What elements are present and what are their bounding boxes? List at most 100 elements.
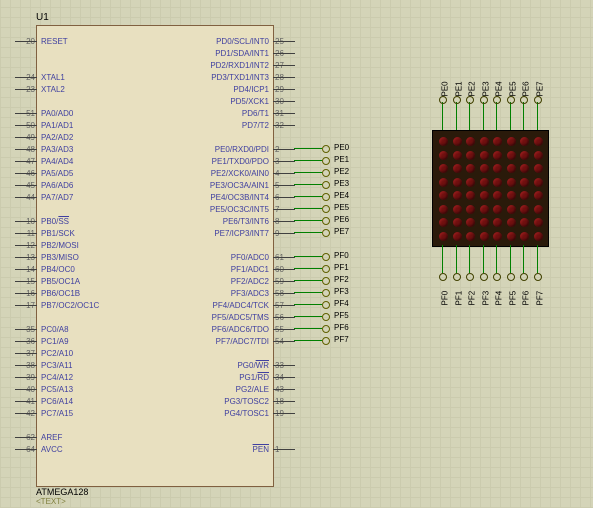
pin-label: PD1/SDA/INT1 — [215, 48, 269, 60]
pin-number: 12 — [21, 240, 35, 252]
pin-label: PG3/TOSC2 — [224, 396, 269, 408]
pin-wire — [15, 89, 37, 90]
led-dot — [480, 164, 489, 173]
net-label: PE0 — [334, 143, 349, 152]
pin-number: 51 — [21, 108, 35, 120]
pin-wire — [273, 377, 295, 378]
matrix-pin-label-bottom: PF3 — [481, 291, 490, 306]
led-dot — [534, 205, 543, 214]
pin-number: 38 — [21, 360, 35, 372]
pin-row-right: PG1/RD34 — [37, 372, 273, 384]
pin-wire — [15, 197, 37, 198]
led-dot — [453, 191, 462, 200]
pin-number: 36 — [21, 336, 35, 348]
matrix-pin-label-bottom: PF7 — [535, 291, 544, 306]
led-dot — [453, 232, 462, 241]
pin-wire — [273, 341, 295, 342]
led-matrix — [432, 130, 549, 247]
net-wire — [294, 268, 322, 269]
terminal — [322, 157, 330, 165]
led-dot — [520, 232, 529, 241]
net-wire — [294, 160, 322, 161]
pin-wire — [15, 329, 37, 330]
led-dot — [453, 205, 462, 214]
pin-number: 35 — [21, 324, 35, 336]
net-wire — [294, 328, 322, 329]
pin-number: 24 — [21, 72, 35, 84]
pin-row-right: PG4/TOSC119 — [37, 408, 273, 420]
pin-number: 2 — [275, 144, 289, 156]
matrix-pin-wire — [456, 102, 457, 130]
chip-name: ATMEGA128 — [36, 487, 88, 497]
led-dot — [507, 191, 516, 200]
terminal — [322, 265, 330, 273]
pin-wire — [273, 41, 295, 42]
net-wire — [294, 256, 322, 257]
matrix-pin-wire — [483, 245, 484, 273]
pin-row-right: PF7/ADC7/TDI54 — [37, 336, 273, 348]
pin-number: 9 — [275, 228, 289, 240]
matrix-pin-wire — [523, 102, 524, 130]
matrix-terminal — [507, 273, 515, 281]
pin-number: 10 — [21, 216, 35, 228]
pin-number: 6 — [275, 192, 289, 204]
pin-number: 43 — [275, 384, 289, 396]
chip-ref: U1 — [36, 12, 49, 23]
pin-wire — [15, 293, 37, 294]
pin-wire — [273, 305, 295, 306]
pin-wire — [15, 341, 37, 342]
terminal — [322, 229, 330, 237]
net-wire — [294, 196, 322, 197]
led-dot — [480, 151, 489, 160]
pin-wire — [15, 269, 37, 270]
terminal — [322, 337, 330, 345]
pin-row-right: PF5/ADC5/TMS56 — [37, 312, 273, 324]
pin-label: PB2/MOSI — [41, 240, 79, 252]
pin-row-left: AREF62 — [37, 432, 273, 444]
pin-wire — [15, 161, 37, 162]
led-dot — [534, 178, 543, 187]
net-label: PE2 — [334, 167, 349, 176]
pin-label: PG1/RD — [239, 372, 269, 384]
pin-label: PD4/ICP1 — [233, 84, 269, 96]
terminal — [322, 289, 330, 297]
pin-row-right: PG2/ALE43 — [37, 384, 273, 396]
net-label: PF7 — [334, 335, 349, 344]
pin-label: PEN — [253, 444, 269, 456]
pin-number: 44 — [21, 192, 35, 204]
pin-row-right: PF6/ADC6/TDO55 — [37, 324, 273, 336]
pin-wire — [15, 233, 37, 234]
led-dot — [480, 205, 489, 214]
matrix-pin-wire — [483, 102, 484, 130]
net-wire — [294, 292, 322, 293]
pin-number: 19 — [275, 408, 289, 420]
pin-number: 4 — [275, 168, 289, 180]
net-label: PE4 — [334, 191, 349, 200]
pin-label: PF1/ADC1 — [231, 264, 269, 276]
pin-number: 39 — [21, 372, 35, 384]
matrix-pin-label-top: PE2 — [468, 81, 477, 96]
pin-number: 62 — [21, 432, 35, 444]
pin-number: 57 — [275, 300, 289, 312]
pin-wire — [273, 125, 295, 126]
matrix-pin-label-top: PE1 — [454, 81, 463, 96]
pin-number: 33 — [275, 360, 289, 372]
matrix-terminal — [534, 96, 542, 104]
pin-row-right: PD3/TXD1/INT328 — [37, 72, 273, 84]
pin-row-right: PE1/TXD0/PDO3 — [37, 156, 273, 168]
matrix-pin-label-bottom: PF1 — [454, 291, 463, 306]
matrix-terminal — [520, 96, 528, 104]
matrix-pin-wire — [496, 245, 497, 273]
pin-wire — [273, 257, 295, 258]
pin-wire — [273, 77, 295, 78]
pin-number: 7 — [275, 204, 289, 216]
pin-row-right: PE3/OC3A/AIN15 — [37, 180, 273, 192]
matrix-pin-label-top: PE5 — [508, 81, 517, 96]
led-dot — [507, 164, 516, 173]
pin-row-right: PE6/T3/INT68 — [37, 216, 273, 228]
led-dot — [534, 191, 543, 200]
net-label: PF1 — [334, 263, 349, 272]
pin-row-right: PD5/XCK130 — [37, 96, 273, 108]
led-dot — [480, 232, 489, 241]
pin-row-right: PG0/WR33 — [37, 360, 273, 372]
